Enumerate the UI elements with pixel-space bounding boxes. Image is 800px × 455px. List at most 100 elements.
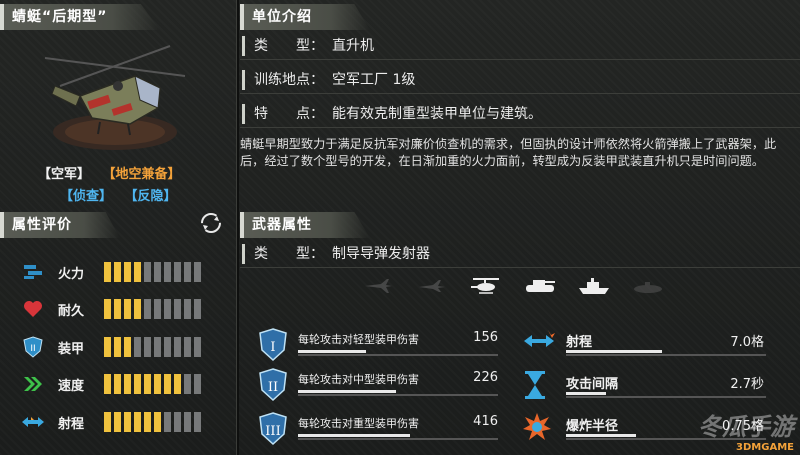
speed-chevron-icon <box>20 373 46 395</box>
bar-segment-filled <box>164 374 171 394</box>
intro-type-label: 类 型： <box>254 38 324 54</box>
attribute-name: 装甲 <box>58 341 85 357</box>
intro-description: 蜻蜓早期型致力于满足反抗军对廉价侦查机的需求，但固执的设计师依然将火箭弹搬上了武… <box>240 137 777 168</box>
bar-segment-empty <box>184 299 191 319</box>
explosion-icon <box>522 412 552 446</box>
attribute-bar <box>104 299 201 319</box>
bar-segment-empty <box>174 299 181 319</box>
bar-segment-filled <box>154 374 161 394</box>
damage-label: 每轮攻击对轻型装甲伤害 <box>298 333 419 346</box>
attribute-bar <box>104 337 201 357</box>
attribute-row: 射程 <box>20 411 201 433</box>
bar-segment-empty <box>154 262 161 282</box>
bar-segment-filled <box>174 374 181 394</box>
bar-segment-empty <box>194 299 201 319</box>
bar-segment-empty <box>154 299 161 319</box>
range-burst-icon <box>522 328 556 358</box>
bar-segment-empty <box>184 412 191 432</box>
weapon-header: 武器属性 <box>240 212 370 238</box>
bar-segment-empty <box>144 337 151 357</box>
unit-name: 蜻蜓“后期型” <box>12 9 108 25</box>
bar-segment-empty <box>164 412 171 432</box>
helicopter-portrait-icon <box>44 45 186 150</box>
bar-segment-filled <box>144 374 151 394</box>
armor-shield-icon: II <box>20 336 46 358</box>
bomber-jet-icon <box>414 276 450 296</box>
bar-segment-filled <box>124 262 131 282</box>
bar-segment-filled <box>114 337 121 357</box>
fighter-jet-icon <box>360 276 396 296</box>
bar-segment-filled <box>144 412 151 432</box>
weapon-stat-bar <box>566 392 606 395</box>
bar-segment-filled <box>104 337 111 357</box>
attribute-row: 速度 <box>20 373 201 395</box>
bar-segment-empty <box>184 262 191 282</box>
bar-segment-filled <box>104 374 111 394</box>
unit-name-header: 蜻蜓“后期型” <box>0 4 160 30</box>
armor-tier-1-icon: I <box>258 328 288 362</box>
weapon-stat-bar <box>566 434 636 437</box>
damage-label: 每轮攻击对中型装甲伤害 <box>298 373 419 386</box>
bar-segment-empty <box>174 262 181 282</box>
bar-segment-filled <box>124 337 131 357</box>
intro-type-row: 类 型： 直升机 <box>240 32 800 60</box>
target-type-icons <box>360 276 666 296</box>
helicopter-icon <box>468 276 504 296</box>
damage-bar <box>298 390 396 393</box>
damage-label: 每轮攻击对重型装甲伤害 <box>298 417 419 430</box>
damage-divider <box>298 354 498 356</box>
bar-segment-empty <box>134 337 141 357</box>
intro-header: 单位介绍 <box>240 4 370 30</box>
bar-segment-filled <box>104 412 111 432</box>
weapon-stat-divider <box>566 354 766 356</box>
watermark-site: 3DMGAME <box>736 442 794 453</box>
attribute-row: 耐久 <box>20 298 201 320</box>
tag-air-ground: 【地空兼备】 <box>102 167 181 182</box>
weapon-type-value: 制导导弹发射器 <box>332 246 430 262</box>
attribute-bar <box>104 262 201 282</box>
bar-segment-filled <box>124 374 131 394</box>
bar-segment-empty <box>184 337 191 357</box>
refresh-icon[interactable] <box>200 212 222 234</box>
damage-value: 226 <box>473 370 498 385</box>
weapon-stat-value: 7.0格 <box>730 335 764 350</box>
tag-recon: 【侦查】 <box>60 189 113 204</box>
tank-icon <box>522 276 558 296</box>
bar-segment-empty <box>194 374 201 394</box>
hourglass-icon <box>522 370 548 404</box>
damage-bar <box>298 350 366 353</box>
damage-value: 416 <box>473 414 498 429</box>
bar-segment-empty <box>144 299 151 319</box>
intro-feature-value: 能有效克制重型装甲单位与建筑。 <box>332 106 542 122</box>
intro-train-row: 训练地点： 空军工厂 1级 <box>240 66 800 94</box>
tag-air-force: 【空军】 <box>38 167 91 182</box>
bar-segment-empty <box>154 337 161 357</box>
bar-segment-filled <box>134 299 141 319</box>
weapon-stat-value: 2.7秒 <box>730 377 764 392</box>
bar-segment-filled <box>104 262 111 282</box>
bar-segment-empty <box>194 337 201 357</box>
armor-tier-3-icon: III <box>258 412 288 446</box>
attributes-header-label: 属性评价 <box>12 217 72 233</box>
weapon-stat-bar <box>566 350 662 353</box>
bar-segment-filled <box>124 299 131 319</box>
attribute-name: 速度 <box>58 378 85 394</box>
unit-tags-row1: 【空军】 【地空兼备】 <box>38 163 189 182</box>
svg-text:II: II <box>268 380 278 395</box>
bar-segment-filled <box>134 374 141 394</box>
weapon-type-label: 类 型： <box>254 246 324 262</box>
submarine-icon <box>630 276 666 296</box>
bar-segment-empty <box>174 412 181 432</box>
intro-feature-row: 特 点： 能有效克制重型装甲单位与建筑。 <box>240 100 800 128</box>
weapon-stat-divider <box>566 396 766 398</box>
intro-type-value: 直升机 <box>332 38 374 54</box>
weapon-stat-label: 爆炸半径 <box>566 419 619 434</box>
bar-segment-empty <box>164 262 171 282</box>
watermark-brand: 冬瓜手游 <box>698 413 794 441</box>
svg-text:III: III <box>265 424 280 439</box>
weapon-type-row: 类 型： 制导导弹发射器 <box>240 240 800 268</box>
bar-segment-empty <box>174 337 181 357</box>
weapon-header-label: 武器属性 <box>252 217 312 233</box>
bar-segment-empty <box>194 262 201 282</box>
attribute-bar <box>104 412 201 432</box>
